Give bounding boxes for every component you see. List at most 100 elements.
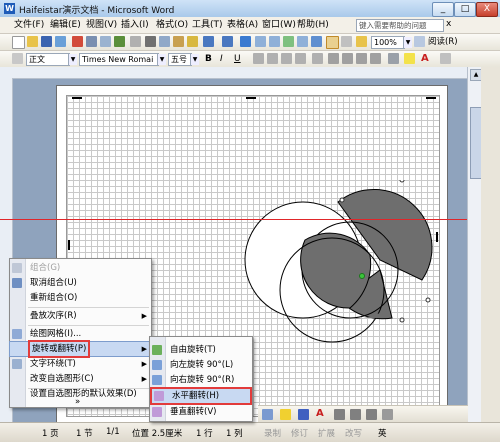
circle-shapes[interactable] bbox=[244, 180, 433, 343]
drawing-icon[interactable] bbox=[311, 36, 322, 47]
selection-handle[interactable] bbox=[425, 297, 431, 303]
numbering-icon[interactable] bbox=[328, 53, 339, 64]
research-icon[interactable] bbox=[130, 36, 141, 47]
decrease-indent-icon[interactable] bbox=[356, 53, 367, 64]
spelling-icon[interactable] bbox=[114, 36, 125, 47]
tables-borders-icon[interactable] bbox=[255, 36, 266, 47]
menu-edit[interactable]: 编辑(E) bbox=[50, 19, 81, 31]
open-folder-icon[interactable] bbox=[27, 36, 38, 47]
help-search-input[interactable]: 键入需要帮助的问题 bbox=[356, 19, 444, 32]
menu-format[interactable]: 格式(O) bbox=[156, 19, 188, 31]
print-preview-icon[interactable] bbox=[100, 36, 111, 47]
align-left-icon[interactable] bbox=[253, 53, 264, 64]
menu-view[interactable]: 视图(V) bbox=[86, 19, 117, 31]
insert-excel-icon[interactable] bbox=[283, 36, 294, 47]
vertical-scrollbar[interactable]: ▲ bbox=[467, 67, 482, 422]
increase-indent-icon[interactable] bbox=[370, 53, 381, 64]
save-icon[interactable] bbox=[41, 36, 52, 47]
title-bar: W Haifeistar演示文档 - Microsoft Word _ □ X bbox=[0, 0, 500, 18]
shadow-icon[interactable] bbox=[262, 409, 273, 420]
3d-style-icon[interactable] bbox=[382, 409, 393, 420]
font-dropdown-icon[interactable]: ▼ bbox=[157, 54, 166, 65]
submenu-rotate-right[interactable]: 向右旋转 90°(R) bbox=[150, 373, 252, 387]
menu-file[interactable]: 文件(F) bbox=[14, 19, 44, 31]
font-color-button[interactable]: A bbox=[421, 53, 429, 64]
show-hide-icon[interactable] bbox=[341, 36, 352, 47]
menu-help[interactable]: 帮助(H) bbox=[297, 19, 329, 31]
menu-item-group[interactable]: 组合(G) bbox=[10, 261, 151, 275]
status-mode-revision[interactable]: 修订 bbox=[291, 427, 308, 439]
document-map-icon[interactable] bbox=[326, 36, 339, 49]
bullets-icon[interactable] bbox=[342, 53, 353, 64]
copy-icon[interactable] bbox=[159, 36, 170, 47]
style-dropdown-icon[interactable]: ▼ bbox=[68, 54, 77, 65]
justify-icon[interactable] bbox=[295, 53, 306, 64]
styles-icon[interactable] bbox=[12, 53, 23, 64]
hyperlink-icon[interactable] bbox=[240, 36, 251, 47]
menu-table[interactable]: 表格(A) bbox=[227, 19, 258, 31]
help-icon[interactable] bbox=[414, 36, 425, 47]
selection-handle[interactable] bbox=[339, 197, 345, 203]
close-button[interactable]: X bbox=[476, 2, 498, 17]
undo-icon[interactable] bbox=[203, 36, 214, 47]
size-dropdown-icon[interactable]: ▼ bbox=[190, 54, 199, 65]
style-field[interactable]: 正文 bbox=[26, 53, 70, 66]
rotation-handle[interactable] bbox=[359, 273, 365, 279]
font-field[interactable]: Times New Romai bbox=[79, 53, 159, 66]
fill-color-icon[interactable] bbox=[280, 409, 291, 420]
menu-item-regroup[interactable]: 重新组合(O) bbox=[10, 291, 151, 305]
print-icon[interactable] bbox=[86, 36, 97, 47]
status-mode-overtype[interactable]: 改写 bbox=[345, 427, 362, 439]
red-guide-line bbox=[0, 219, 500, 220]
insert-table-icon[interactable] bbox=[269, 36, 280, 47]
submenu-flip-vertical[interactable]: 垂直翻转(V) bbox=[150, 405, 252, 419]
new-document-icon[interactable] bbox=[12, 36, 25, 49]
line-color-icon[interactable] bbox=[298, 409, 309, 420]
submenu-rotate-left[interactable]: 向左旋转 90°(L) bbox=[150, 358, 252, 372]
help-close-icon[interactable]: x bbox=[446, 19, 451, 29]
highlight-icon[interactable] bbox=[404, 53, 415, 64]
format-painter-icon[interactable] bbox=[187, 36, 198, 47]
maximize-button[interactable]: □ bbox=[454, 2, 476, 17]
selection-handle[interactable] bbox=[399, 317, 405, 323]
read-button[interactable]: 阅读(R) bbox=[428, 36, 458, 48]
menu-insert[interactable]: 插入(I) bbox=[121, 19, 149, 31]
menu-item-ungroup[interactable]: 取消组合(U) bbox=[10, 276, 151, 290]
zoom-dropdown-icon[interactable]: ▼ bbox=[403, 37, 412, 48]
align-right-icon[interactable] bbox=[281, 53, 292, 64]
italic-button[interactable]: I bbox=[220, 54, 223, 64]
line-style-icon[interactable] bbox=[334, 409, 345, 420]
minimize-button[interactable]: _ bbox=[432, 2, 454, 17]
submenu-flip-horizontal[interactable]: 水平翻转(H) bbox=[150, 387, 252, 405]
submenu-free-rotate[interactable]: 自由旋转(T) bbox=[150, 343, 252, 357]
toolbar-options-icon[interactable] bbox=[440, 53, 451, 64]
redo-icon[interactable] bbox=[222, 36, 233, 47]
menu-item-rotate-flip[interactable]: 旋转或翻转(P) ▶ bbox=[9, 340, 152, 358]
cut-icon[interactable] bbox=[145, 36, 156, 47]
font-size-field[interactable]: 五号 bbox=[168, 53, 192, 66]
borders-icon[interactable] bbox=[388, 53, 399, 64]
draw-font-color-button[interactable]: A bbox=[316, 408, 324, 419]
line-spacing-icon[interactable] bbox=[312, 53, 323, 64]
menu-item-order[interactable]: 叠放次序(R) ▶ bbox=[10, 309, 151, 323]
menu-item-drawing-grid[interactable]: 绘图网格(I)... bbox=[10, 327, 151, 341]
permission-icon[interactable] bbox=[55, 36, 66, 47]
menu-tools[interactable]: 工具(T) bbox=[192, 19, 223, 31]
shape-group[interactable] bbox=[230, 180, 450, 350]
dash-style-icon[interactable] bbox=[350, 409, 361, 420]
arrow-style-icon[interactable] bbox=[366, 409, 377, 420]
menu-window[interactable]: 窗口(W) bbox=[262, 19, 296, 31]
align-center-icon[interactable] bbox=[267, 53, 278, 64]
menu-item-text-wrapping[interactable]: 文字环绕(T) ▶ bbox=[10, 357, 151, 371]
menu-item-change-autoshape[interactable]: 改变自选图形(C) ▶ bbox=[10, 372, 151, 386]
pdf-icon[interactable] bbox=[72, 36, 83, 47]
bold-button[interactable]: B bbox=[205, 54, 212, 64]
underline-button[interactable]: U bbox=[234, 54, 241, 64]
status-mode-extend[interactable]: 扩展 bbox=[318, 427, 335, 439]
status-mode-record[interactable]: 录制 bbox=[264, 427, 281, 439]
zoom-field[interactable]: 100% bbox=[371, 36, 405, 49]
columns-icon[interactable] bbox=[297, 36, 308, 47]
selection-handle[interactable] bbox=[399, 180, 405, 183]
menu-expand-button[interactable]: » bbox=[10, 397, 151, 407]
paste-icon[interactable] bbox=[173, 36, 184, 47]
